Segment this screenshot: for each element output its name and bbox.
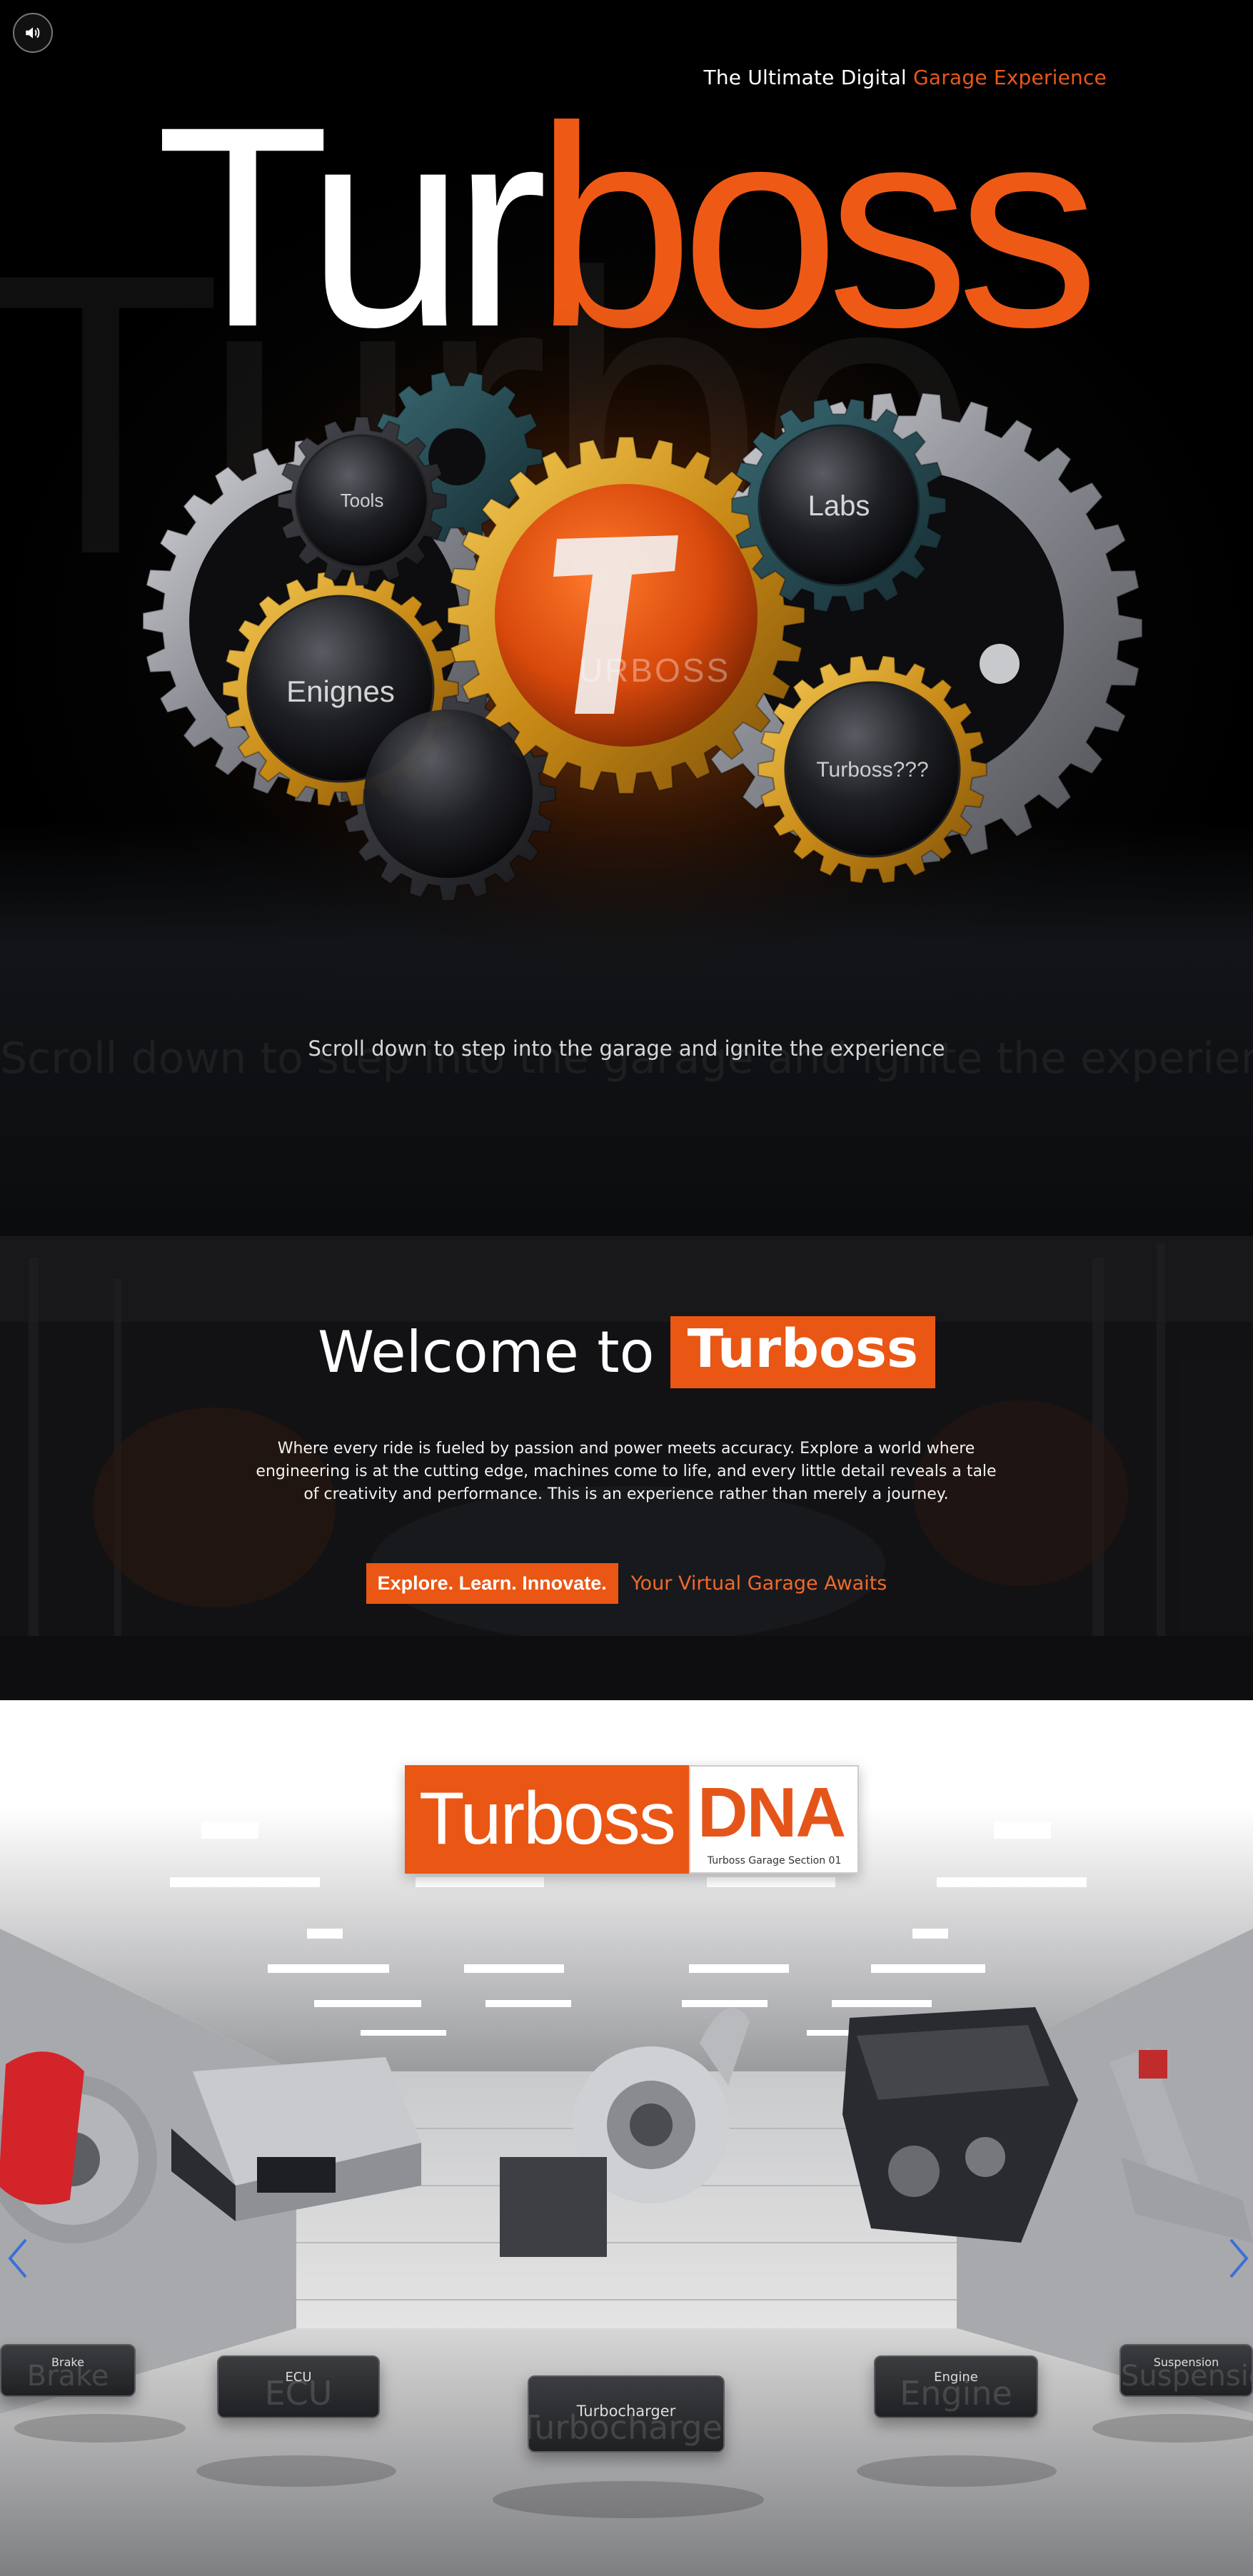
part-label-suspension-ghost: Suspension	[1121, 2360, 1252, 2393]
part-label-turbocharger-ghost: Turbocharger	[528, 2408, 725, 2447]
welcome-title-prefix: Welcome to	[317, 1319, 655, 1386]
virtual-garage-link[interactable]: Your Virtual Garage Awaits	[631, 1572, 887, 1595]
dna-badge-dna: DNA	[697, 1773, 846, 1852]
part-label-engine[interactable]: Engine Engine	[874, 2355, 1038, 2418]
carousel-prev-arrow-icon[interactable]	[6, 2237, 30, 2280]
welcome-section: Welcome to Turboss Where every ride is f…	[0, 1236, 1253, 1700]
gear-label-engines[interactable]: Enignes	[286, 675, 395, 708]
carousel-next-arrow-icon[interactable]	[1227, 2237, 1251, 2280]
part-label-suspension[interactable]: Suspension Suspension	[1119, 2344, 1253, 2397]
welcome-title: Welcome to Turboss	[0, 1316, 1253, 1389]
part-label-ecu-ghost: ECU	[264, 2374, 333, 2413]
part-label-ecu[interactable]: ECU ECU	[217, 2355, 380, 2418]
dna-badge-subtitle: Turboss Garage Section 01	[707, 1855, 842, 1867]
part-label-brake-ghost: Brake	[26, 2360, 109, 2393]
gear-label-turboss[interactable]: Turboss???	[816, 758, 928, 782]
dna-badge-right: DNA Turboss Garage Section 01	[688, 1765, 859, 1874]
part-label-brake[interactable]: Brake Brake	[0, 2344, 136, 2397]
welcome-title-highlight: Turboss	[670, 1316, 936, 1389]
part-label-engine-ghost: Engine	[900, 2374, 1012, 2413]
hero-section: Turbo The Ultimate Digital Garage Experi…	[0, 0, 1253, 1236]
dna-badge-brand: Turboss	[405, 1765, 689, 1874]
gear-label-labs[interactable]: Labs	[808, 490, 870, 522]
center-gear-text: URBOSS	[579, 652, 730, 689]
explore-button[interactable]: Explore. Learn. Innovate.	[366, 1563, 618, 1604]
part-label-turbocharger[interactable]: Turbocharger Turbocharger	[528, 2375, 725, 2453]
dna-section: Turboss DNA Turboss Garage Section 01 Br…	[0, 1700, 1253, 2576]
scroll-hint: Scroll down to step into the garage and …	[308, 1036, 945, 1061]
welcome-body: Where every ride is fueled by passion an…	[256, 1440, 997, 1503]
gear-label-tools[interactable]: Tools	[341, 490, 384, 511]
welcome-actions: Explore. Learn. Innovate. Your Virtual G…	[0, 1563, 1253, 1604]
dna-badge: Turboss DNA Turboss Garage Section 01	[405, 1765, 859, 1874]
